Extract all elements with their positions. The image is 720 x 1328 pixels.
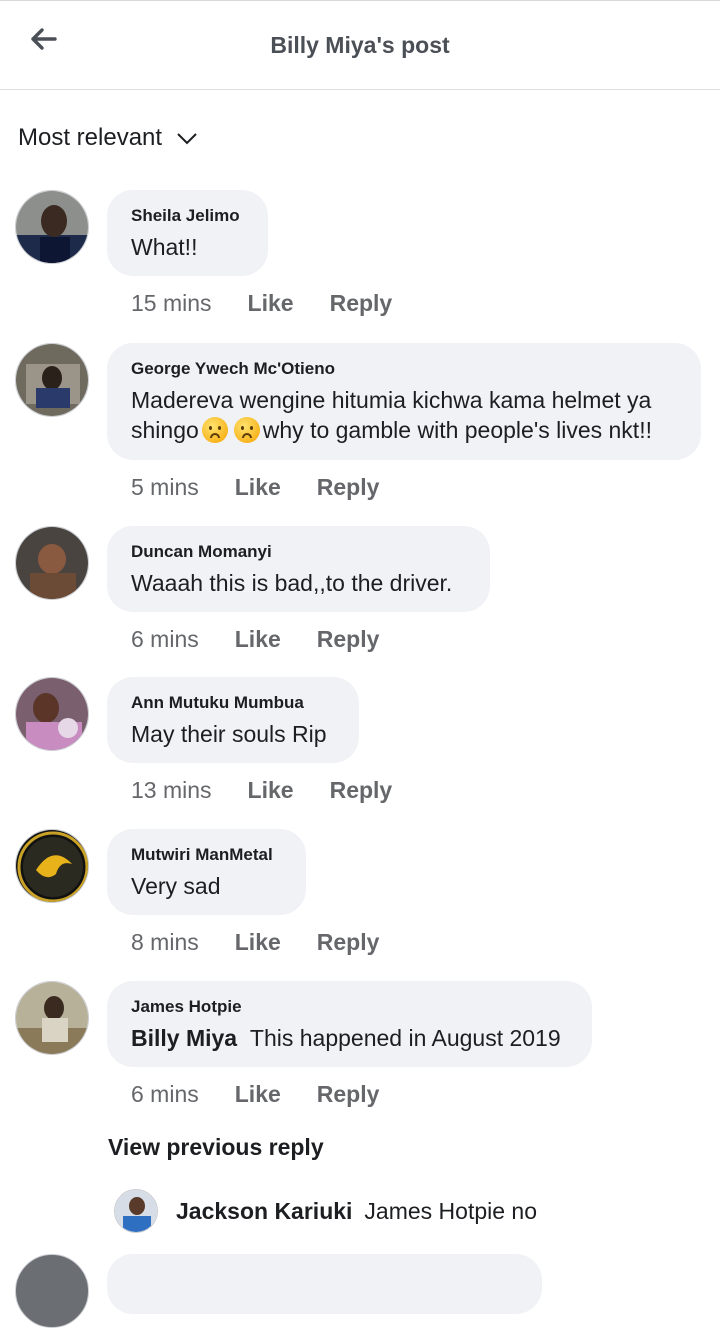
like-button[interactable]: Like [235, 474, 281, 501]
reply-button[interactable]: Reply [317, 929, 380, 956]
comment-text-line: Madereva wengine hitumia kichwa kama hel… [131, 387, 652, 413]
avatar[interactable] [114, 1189, 158, 1233]
sort-dropdown[interactable]: Most relevant [18, 123, 198, 153]
comment-time[interactable]: 5 mins [131, 474, 199, 501]
reply-button[interactable]: Reply [330, 290, 393, 317]
comment-bubble[interactable]: James Hotpie Billy Miya This happened in… [107, 981, 592, 1067]
comment-bubble[interactable]: Sheila Jelimo What!! [107, 190, 268, 276]
comment-author[interactable]: George Ywech Mc'Otieno [131, 359, 677, 379]
like-button[interactable]: Like [235, 929, 281, 956]
view-previous-reply-link[interactable]: View previous reply [108, 1134, 324, 1161]
page-title: Billy Miya's post [270, 32, 450, 58]
comment-actions: 6 mins Like Reply [131, 1081, 379, 1108]
reply-button[interactable]: Reply [317, 626, 380, 653]
comment-text-fragment: shingo [131, 417, 199, 443]
mention-link[interactable]: Billy Miya [131, 1025, 237, 1051]
comment-time[interactable]: 6 mins [131, 626, 199, 653]
comment-text: Waaah this is bad,,to the driver. [131, 570, 453, 596]
worried-face-emoji-icon [233, 417, 260, 443]
reply-text: James Hotpie no [364, 1197, 538, 1224]
comment-text: May their souls Rip [131, 721, 327, 747]
sort-label: Most relevant [18, 124, 163, 151]
comment-bubble[interactable]: Ann Mutuku Mumbua May their souls Rip [107, 677, 359, 763]
comment-author[interactable]: James Hotpie [131, 997, 568, 1017]
comment-text: What!! [131, 234, 198, 260]
comment-text-fragment: This happened in August 2019 [249, 1025, 561, 1051]
comment-text: Madereva wengine hitumia kichwa kama hel… [131, 385, 677, 445]
top-bar: Billy Miya's post [0, 0, 720, 90]
comment-bubble[interactable]: George Ywech Mc'Otieno Madereva wengine … [107, 343, 701, 460]
comment-actions: 5 mins Like Reply [131, 474, 379, 501]
comment-author[interactable]: Sheila Jelimo [131, 206, 244, 226]
comment-actions: 13 mins Like Reply [131, 777, 392, 804]
comment-bubble[interactable] [107, 1254, 542, 1314]
comment-actions: 8 mins Like Reply [131, 929, 379, 956]
like-button[interactable]: Like [235, 1081, 281, 1108]
comment-author[interactable]: Ann Mutuku Mumbua [131, 693, 335, 713]
comment-text-fragment: why to gamble with people's lives nkt!! [262, 417, 652, 443]
like-button[interactable]: Like [235, 626, 281, 653]
avatar[interactable] [15, 829, 89, 903]
comment-time[interactable]: 13 mins [131, 777, 212, 804]
avatar[interactable] [15, 526, 89, 600]
comment-actions: 6 mins Like Reply [131, 626, 379, 653]
comment-time[interactable]: 8 mins [131, 929, 199, 956]
comment-text: Very sad [131, 873, 221, 899]
comment-author[interactable]: Mutwiri ManMetal [131, 845, 282, 865]
avatar[interactable] [15, 677, 89, 751]
reply-button[interactable]: Reply [317, 1081, 380, 1108]
like-button[interactable]: Like [248, 290, 294, 317]
comment-bubble[interactable]: Duncan Momanyi Waaah this is bad,,to the… [107, 526, 490, 612]
avatar[interactable] [15, 981, 89, 1055]
avatar[interactable] [15, 190, 89, 264]
comment-bubble[interactable]: Mutwiri ManMetal Very sad [107, 829, 306, 915]
reply-preview[interactable]: Jackson Kariuki James Hotpie no [114, 1188, 537, 1234]
comment-text: Billy Miya This happened in August 2019 [131, 1023, 568, 1053]
avatar[interactable] [15, 343, 89, 417]
chevron-down-icon [176, 125, 198, 153]
comment-actions: 15 mins Like Reply [131, 290, 392, 317]
reply-button[interactable]: Reply [330, 777, 393, 804]
comment-time[interactable]: 6 mins [131, 1081, 199, 1108]
like-button[interactable]: Like [248, 777, 294, 804]
worried-face-emoji-icon [201, 417, 228, 443]
comment-author[interactable]: Duncan Momanyi [131, 542, 466, 562]
avatar[interactable] [15, 1254, 89, 1328]
reply-button[interactable]: Reply [317, 474, 380, 501]
comment-time[interactable]: 15 mins [131, 290, 212, 317]
reply-author[interactable]: Jackson Kariuki [176, 1198, 352, 1225]
